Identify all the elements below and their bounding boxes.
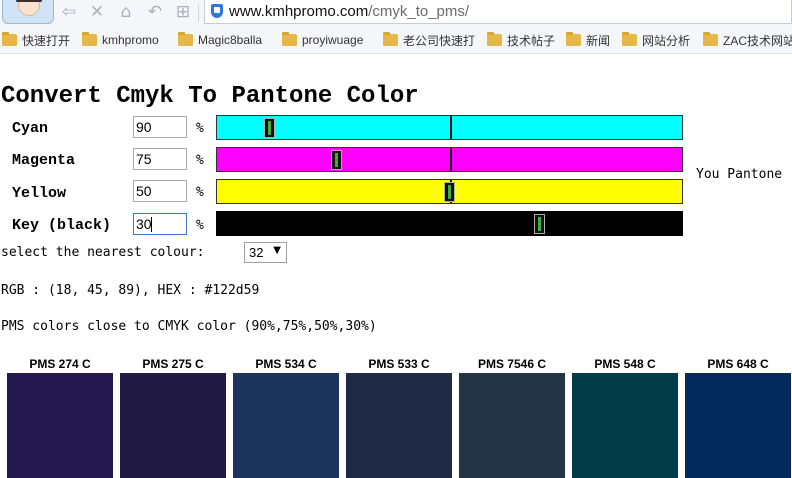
swatch-label: PMS 274 C [29,357,91,371]
pms-swatch[interactable] [7,373,113,478]
bookmark-item[interactable]: 网站分析 [622,32,690,48]
key-black-slider-handle[interactable] [534,214,545,234]
back-arrow-icon[interactable]: ⇦ [59,2,79,22]
yellow-slider-handle[interactable] [444,182,455,202]
key-black-percent-sign: % [196,218,204,233]
magenta-slider[interactable] [216,147,683,172]
cyan-label: Cyan [12,120,49,137]
key-black-label: Key (black) [12,217,112,234]
browser-toolbar: ⇦ ✕ ⌂ ↶ ⊞ www.kmhpromo.com/cmyk_to_pms/ [0,0,792,26]
page-title: Convert Cmyk To Pantone Color [1,83,419,110]
magenta-slider-handle[interactable] [331,150,342,170]
bookmark-item[interactable]: kmhpromo [82,32,159,48]
address-bar[interactable]: www.kmhpromo.com/cmyk_to_pms/ [204,0,792,24]
yellow-slider[interactable] [216,179,683,204]
swatch-label: PMS 648 C [707,357,769,371]
close-icon[interactable]: ✕ [87,2,107,22]
bookmark-label: kmhpromo [102,33,159,47]
avatar-hair-icon [16,0,42,2]
key-black-slider[interactable] [216,211,683,236]
slider-midline [450,148,452,171]
swatch-label: PMS 534 C [255,357,317,371]
dropdown-arrow-icon: ▼ [273,245,281,256]
bookmark-label: 老公司快速打 [403,33,476,48]
url-text: www.kmhpromo.com/cmyk_to_pms/ [229,3,469,20]
magenta-percent-sign: % [196,153,204,168]
pms-swatch[interactable] [346,373,452,478]
text-cursor [151,217,152,232]
cyan-slider-handle[interactable] [264,118,275,138]
folder-icon [178,32,193,46]
pms-close-heading: PMS colors close to CMYK color (90%,75%,… [1,319,377,334]
slider-midline [450,116,452,139]
profile-avatar[interactable] [2,0,54,24]
bookmark-label: 技术帖子 [507,33,556,48]
avatar-face-icon [18,0,40,16]
bookmark-item[interactable]: 技术帖子 [487,32,555,48]
folder-icon [282,32,297,46]
key-black-input[interactable] [133,213,187,235]
url-domain: www.kmhpromo.com [229,3,369,20]
bookmark-label: 快速打开 [22,33,71,48]
pms-swatch[interactable] [685,373,791,478]
yellow-input[interactable] [133,180,187,202]
bookmark-item[interactable]: 快速打开 [2,32,70,48]
bookmark-label: 网站分析 [642,33,691,48]
bookmark-item[interactable]: 新闻 [566,32,610,48]
bookmark-item[interactable]: ZAC技术网站 [703,32,792,48]
undo-icon[interactable]: ↶ [145,2,165,22]
you-pantone-text: You Pantone [696,167,783,182]
cyan-percent-sign: % [196,121,204,136]
nearest-colour-select[interactable]: 32 ▼ [244,242,287,263]
bookmark-item[interactable]: Magic8balla [178,32,262,48]
bookmark-item[interactable]: 老公司快速打 [383,32,475,48]
grid-icon[interactable]: ⊞ [173,2,193,22]
yellow-percent-sign: % [196,185,204,200]
folder-icon [622,32,637,46]
cyan-input[interactable] [133,116,187,138]
magenta-input[interactable] [133,148,187,170]
folder-icon [566,32,581,46]
bookmarks-bar: 快速打开 kmhpromo Magic8balla proyiwuage 老公司… [0,26,792,54]
shield-icon [211,4,223,18]
pms-swatch[interactable] [120,373,226,478]
bookmark-label: ZAC技术网站 [723,33,792,48]
bookmark-label: proyiwuage [302,33,364,47]
swatch-label: PMS 7546 C [477,357,547,371]
folder-icon [82,32,97,46]
home-icon[interactable]: ⌂ [116,2,136,22]
swatch-label: PMS 275 C [142,357,204,371]
swatch-label: PMS 548 C [594,357,656,371]
toolbar-divider [198,4,199,22]
pms-swatch[interactable] [572,373,678,478]
folder-icon [383,32,398,46]
rgb-hex-text: RGB : (18, 45, 89), HEX : #122d59 [1,283,260,298]
select-value: 32 [249,245,264,260]
yellow-label: Yellow [12,185,67,202]
url-path: /cmyk_to_pms/ [368,3,470,20]
swatch-label: PMS 533 C [368,357,430,371]
select-nearest-label: select the nearest colour: [1,245,205,260]
folder-icon [703,32,718,46]
pms-swatch[interactable] [233,373,339,478]
bookmark-item[interactable]: proyiwuage [282,32,363,48]
bookmark-label: Magic8balla [198,33,263,47]
bookmark-label: 新闻 [586,33,611,48]
folder-icon [487,32,502,46]
magenta-label: Magenta [12,152,76,169]
folder-icon [2,32,17,46]
cyan-slider[interactable] [216,115,683,140]
pms-swatch[interactable] [459,373,565,478]
